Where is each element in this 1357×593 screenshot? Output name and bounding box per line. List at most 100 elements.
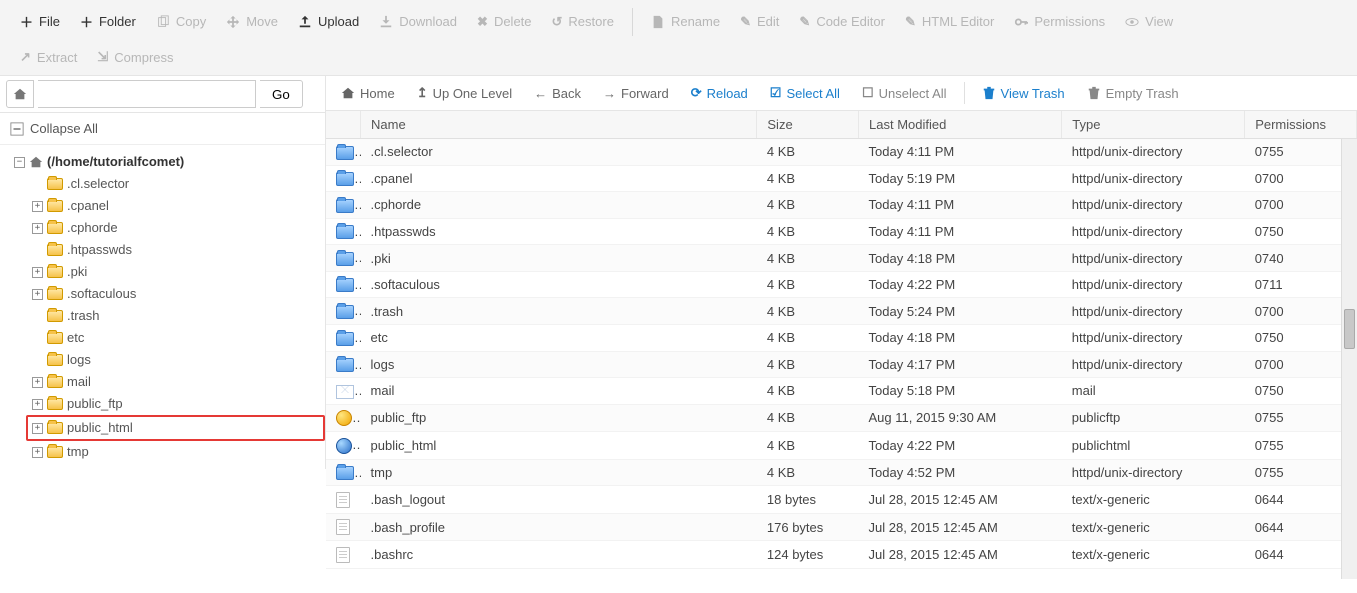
nav-selectall-button[interactable]: ☑Select All bbox=[761, 80, 849, 106]
label: Extract bbox=[37, 50, 77, 65]
tree-item[interactable]: +.softaculous bbox=[28, 283, 325, 305]
nav-unselectall-button[interactable]: ☐Unselect All bbox=[853, 80, 956, 106]
tree-item[interactable]: .htpasswds bbox=[28, 239, 325, 261]
label: File bbox=[39, 14, 60, 29]
html-icon bbox=[336, 438, 352, 454]
tree-root[interactable]: − (/home/tutorialfcomet) bbox=[10, 151, 325, 173]
table-row[interactable]: .pki4 KBToday 4:18 PMhttpd/unix-director… bbox=[326, 245, 1357, 272]
expand-toggle[interactable]: + bbox=[32, 289, 43, 300]
expand-toggle[interactable]: + bbox=[32, 267, 43, 278]
table-row[interactable]: .bashrc124 bytesJul 28, 2015 12:45 AMtex… bbox=[326, 541, 1357, 569]
permissions-button[interactable]: Permissions bbox=[1004, 8, 1115, 35]
collapse-all-button[interactable]: Collapse All bbox=[0, 113, 325, 145]
table-row[interactable]: .trash4 KBToday 5:24 PMhttpd/unix-direct… bbox=[326, 298, 1357, 325]
nav-viewtrash-button[interactable]: View Trash bbox=[973, 81, 1074, 106]
view-button[interactable]: View bbox=[1115, 8, 1183, 35]
scrollbar-thumb[interactable] bbox=[1344, 309, 1355, 349]
extract-button[interactable]: ↗Extract bbox=[10, 43, 87, 71]
label: Unselect All bbox=[879, 86, 947, 101]
row-mod: Today 4:18 PM bbox=[859, 245, 1062, 272]
table-row[interactable]: mail4 KBToday 5:18 PMmail0750 bbox=[326, 378, 1357, 405]
table-row[interactable]: .bash_profile176 bytesJul 28, 2015 12:45… bbox=[326, 513, 1357, 541]
label: Copy bbox=[176, 14, 206, 29]
tree-item[interactable]: +tmp bbox=[28, 441, 325, 463]
tree-item[interactable]: +public_html bbox=[26, 415, 325, 441]
ftp-icon bbox=[336, 410, 352, 426]
copy-button[interactable]: Copy bbox=[146, 8, 216, 35]
nav-reload-button[interactable]: ⟳Reload bbox=[682, 80, 757, 106]
tree-item[interactable]: +mail bbox=[28, 371, 325, 393]
expand-toggle[interactable]: + bbox=[32, 223, 43, 234]
new-folder-button[interactable]: ＋Folder bbox=[70, 6, 146, 37]
nav-emptytrash-button[interactable]: Empty Trash bbox=[1078, 81, 1188, 106]
col-size-header[interactable]: Size bbox=[757, 111, 859, 139]
nav-forward-button[interactable]: →Forward bbox=[594, 81, 678, 106]
compress-button[interactable]: ⇲Compress bbox=[87, 43, 183, 71]
table-row[interactable]: .htpasswds4 KBToday 4:11 PMhttpd/unix-di… bbox=[326, 218, 1357, 245]
collapse-toggle[interactable]: − bbox=[14, 157, 25, 168]
home-icon-button[interactable] bbox=[6, 80, 34, 108]
new-file-button[interactable]: ＋File bbox=[10, 6, 70, 37]
nav-back-button[interactable]: ←Back bbox=[525, 81, 590, 106]
nav-up-button[interactable]: ↥Up One Level bbox=[408, 80, 521, 106]
table-row[interactable]: .softaculous4 KBToday 4:22 PMhttpd/unix-… bbox=[326, 271, 1357, 298]
col-name-header[interactable]: Name bbox=[361, 111, 757, 139]
table-row[interactable]: .cphorde4 KBToday 4:11 PMhttpd/unix-dire… bbox=[326, 192, 1357, 219]
col-icon-header[interactable] bbox=[326, 111, 361, 139]
tree-item[interactable]: etc bbox=[28, 327, 325, 349]
table-row[interactable]: etc4 KBToday 4:18 PMhttpd/unix-directory… bbox=[326, 324, 1357, 351]
table-row[interactable]: public_html4 KBToday 4:22 PMpublichtml07… bbox=[326, 432, 1357, 460]
expand-toggle[interactable]: + bbox=[32, 447, 43, 458]
row-perm: 0755 bbox=[1245, 459, 1357, 486]
expand-toggle[interactable]: + bbox=[32, 423, 43, 434]
expand-toggle[interactable]: + bbox=[32, 399, 43, 410]
table-row[interactable]: .bash_logout18 bytesJul 28, 2015 12:45 A… bbox=[326, 486, 1357, 514]
tree-item[interactable]: +.cpanel bbox=[28, 195, 325, 217]
expand-toggle[interactable]: + bbox=[32, 377, 43, 388]
restore-button[interactable]: ↺Restore bbox=[542, 8, 624, 36]
folder-icon bbox=[47, 398, 63, 410]
label: Move bbox=[246, 14, 278, 29]
label: Select All bbox=[786, 86, 839, 101]
move-button[interactable]: Move bbox=[216, 8, 288, 35]
row-perm: 0750 bbox=[1245, 378, 1357, 405]
tree-item[interactable]: .trash bbox=[28, 305, 325, 327]
table-row[interactable]: .cl.selector4 KBToday 4:11 PMhttpd/unix-… bbox=[326, 139, 1357, 166]
download-button[interactable]: Download bbox=[369, 8, 467, 35]
nav-home-button[interactable]: Home bbox=[332, 81, 404, 106]
upload-button[interactable]: Upload bbox=[288, 8, 369, 35]
tree-item-label: public_ftp bbox=[67, 393, 123, 415]
table-row[interactable]: public_ftp4 KBAug 11, 2015 9:30 AMpublic… bbox=[326, 404, 1357, 432]
row-perm: 0700 bbox=[1245, 351, 1357, 378]
label: Permissions bbox=[1034, 14, 1105, 29]
row-type: publichtml bbox=[1062, 432, 1245, 460]
tree-item[interactable]: +.pki bbox=[28, 261, 325, 283]
col-mod-header[interactable]: Last Modified bbox=[859, 111, 1062, 139]
col-type-header[interactable]: Type bbox=[1062, 111, 1245, 139]
delete-button[interactable]: ✖Delete bbox=[467, 8, 541, 36]
label: Empty Trash bbox=[1106, 86, 1179, 101]
edit-button[interactable]: ✎Edit bbox=[730, 8, 789, 36]
expand-toggle[interactable]: + bbox=[32, 201, 43, 212]
tree-item[interactable]: +.cphorde bbox=[28, 217, 325, 239]
col-perm-header[interactable]: Permissions bbox=[1245, 111, 1357, 139]
go-button[interactable]: Go bbox=[260, 80, 303, 108]
vertical-scrollbar[interactable] bbox=[1341, 139, 1357, 579]
row-icon bbox=[326, 404, 361, 432]
path-input[interactable] bbox=[38, 80, 256, 108]
table-row[interactable]: logs4 KBToday 4:17 PMhttpd/unix-director… bbox=[326, 351, 1357, 378]
rename-button[interactable]: Rename bbox=[641, 8, 730, 35]
tree-item[interactable]: .cl.selector bbox=[28, 173, 325, 195]
html-editor-button[interactable]: ✎HTML Editor bbox=[895, 8, 1004, 36]
table-row[interactable]: .cpanel4 KBToday 5:19 PMhttpd/unix-direc… bbox=[326, 165, 1357, 192]
row-type: httpd/unix-directory bbox=[1062, 245, 1245, 272]
row-icon bbox=[326, 271, 361, 298]
tree-item[interactable]: + public_ftp bbox=[28, 393, 325, 415]
table-row[interactable]: tmp4 KBToday 4:52 PMhttpd/unix-directory… bbox=[326, 459, 1357, 486]
row-name: mail bbox=[361, 378, 757, 405]
row-type: text/x-generic bbox=[1062, 513, 1245, 541]
row-icon bbox=[326, 459, 361, 486]
row-size: 4 KB bbox=[757, 271, 859, 298]
tree-item[interactable]: logs bbox=[28, 349, 325, 371]
code-editor-button[interactable]: ✎Code Editor bbox=[789, 8, 895, 36]
